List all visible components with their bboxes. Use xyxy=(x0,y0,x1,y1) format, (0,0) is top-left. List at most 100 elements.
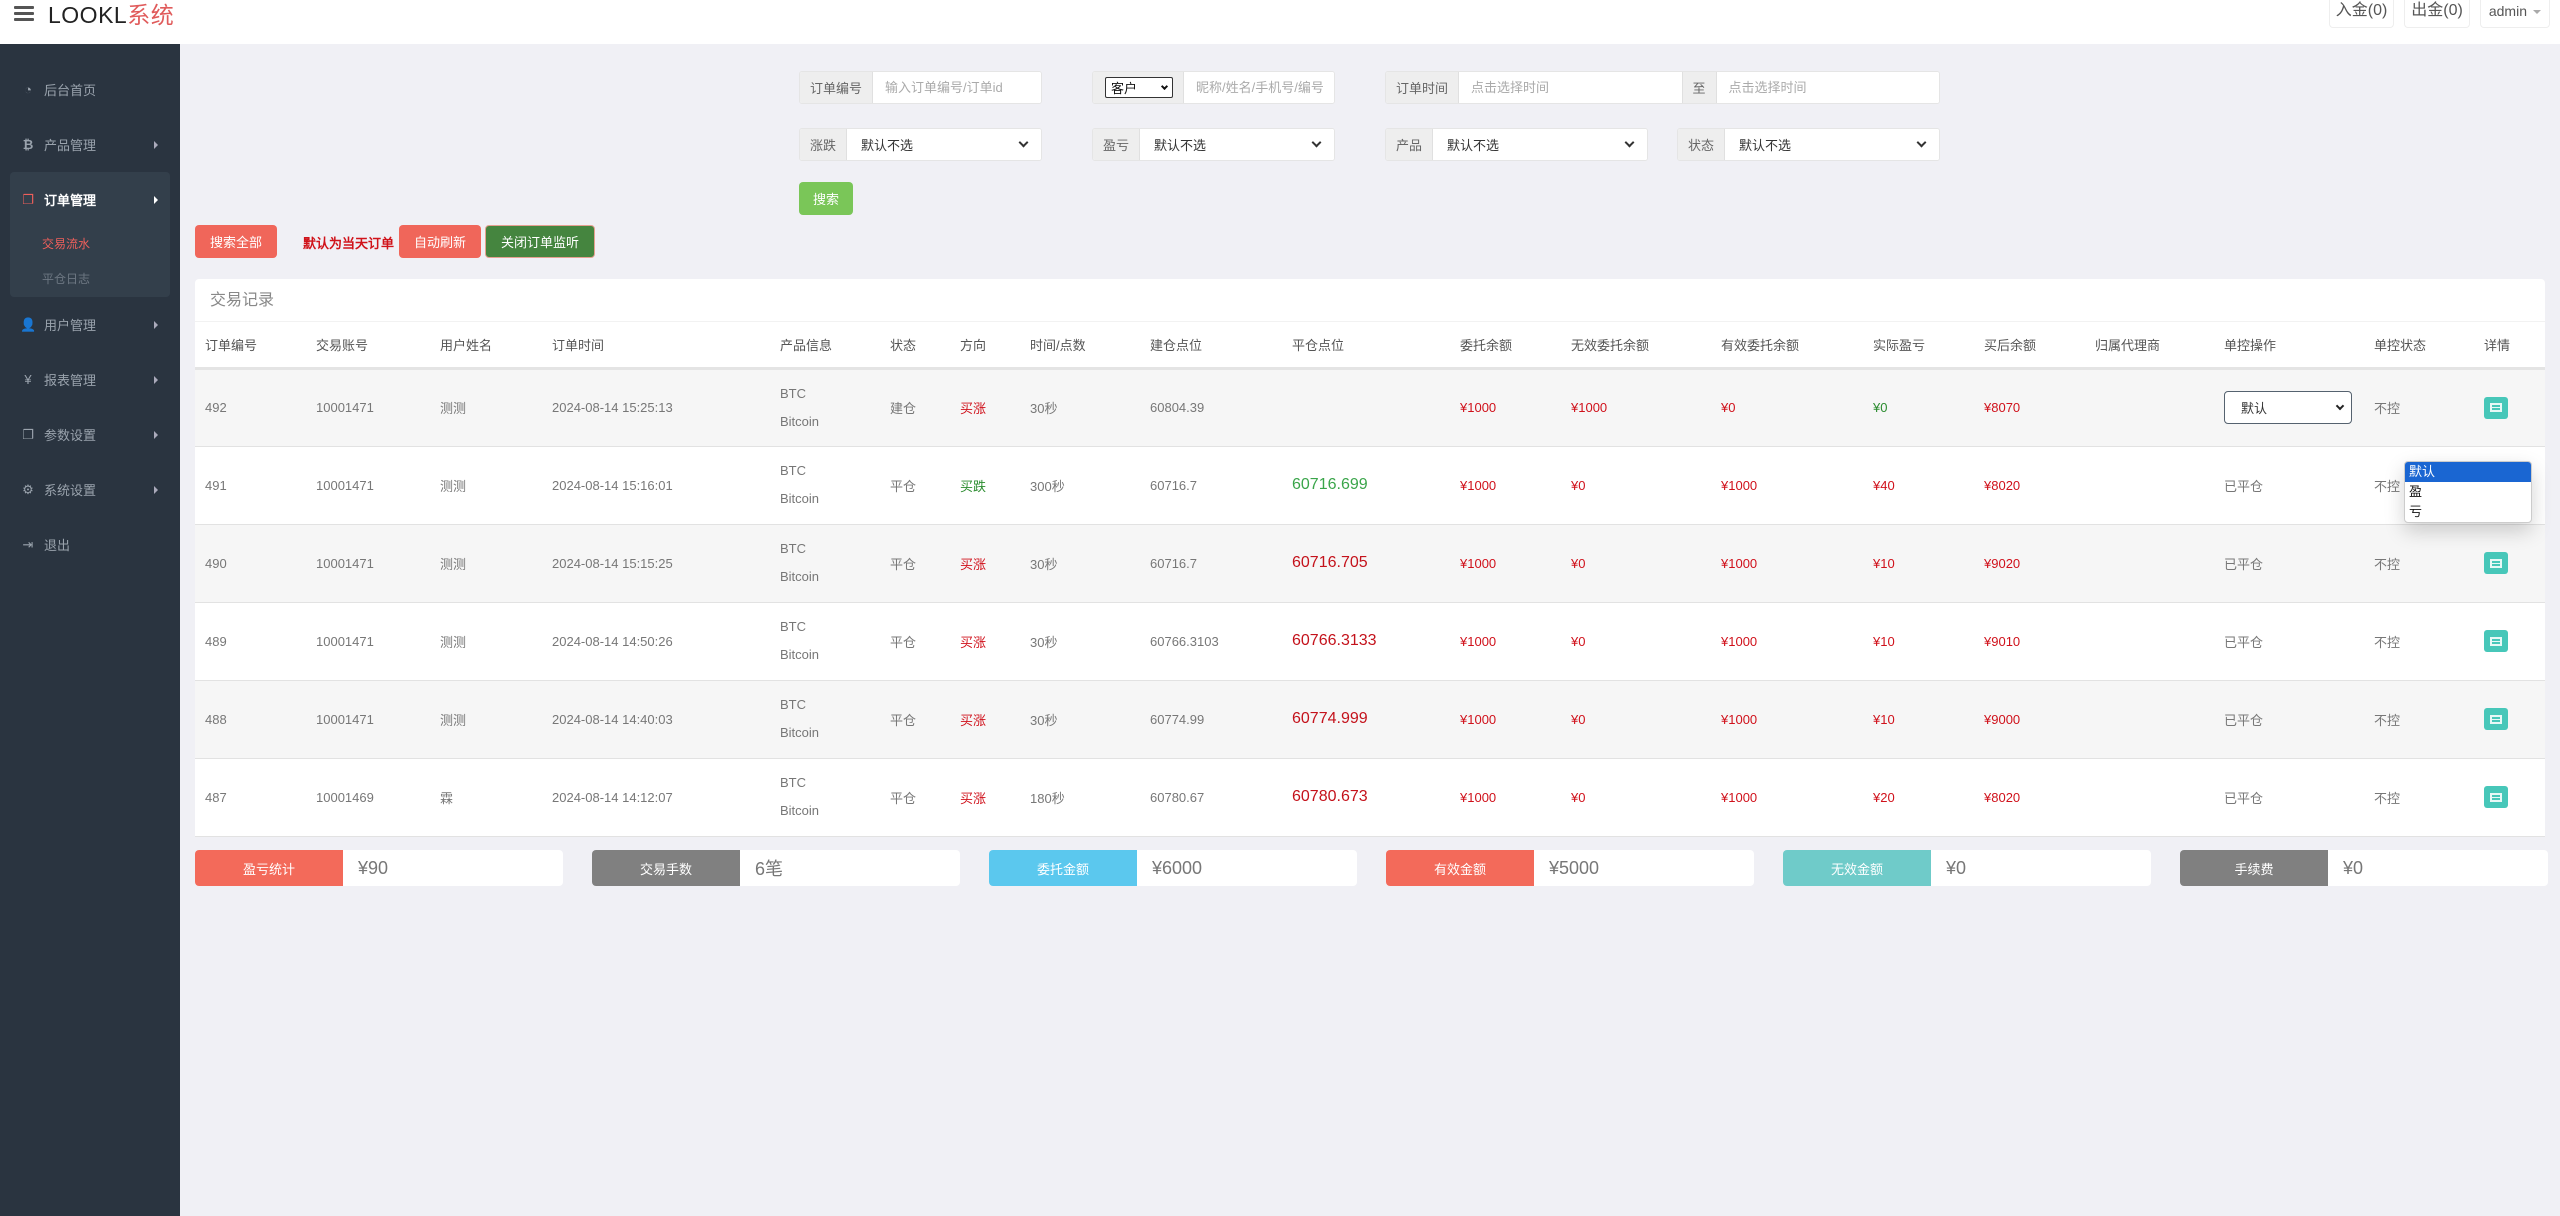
status: 建仓 xyxy=(880,368,950,447)
order-time-from-input[interactable] xyxy=(1459,72,1682,103)
order-time-value: 2024-08-14 15:16:01 xyxy=(552,477,673,493)
dropdown-option[interactable]: 默认 xyxy=(2405,462,2531,482)
control-status-value: 不控 xyxy=(2374,790,2401,806)
order-time: 2024-08-14 15:16:01 xyxy=(542,446,770,525)
detail-button[interactable] xyxy=(2484,786,2508,808)
valid-entrust: ¥1000 xyxy=(1711,680,1863,759)
product-select[interactable]: 默认不选 xyxy=(1433,129,1647,160)
valid-entrust-value: ¥1000 xyxy=(1721,789,1758,805)
product-name: Bitcoin xyxy=(780,725,820,740)
actual-pnl: ¥10 xyxy=(1863,524,1974,603)
list-alt-icon xyxy=(2490,558,2502,568)
control-op-value: 默认 xyxy=(2241,401,2268,416)
customer-input[interactable] xyxy=(1184,72,1334,103)
detail-button[interactable] xyxy=(2484,396,2508,419)
sidebar: ◔ 后台首页 ₿ 产品管理 ❐ 订单管理 交易流水 平仓日志 👤 用户管理 ¥ … xyxy=(0,44,180,1216)
invalid-entrust: ¥0 xyxy=(1561,602,1711,681)
balance-after: ¥8020 xyxy=(1974,446,2085,525)
close-price-value: 60716.699 xyxy=(1292,476,1368,493)
order-time: 2024-08-14 15:25:13 xyxy=(542,368,770,447)
sidebar-subitem-close-log[interactable]: 平仓日志 xyxy=(10,262,170,297)
sidebar-item-dashboard[interactable]: ◔ 后台首页 xyxy=(0,62,180,117)
dropdown-option[interactable]: 盈 xyxy=(2405,482,2531,502)
product-code: BTC xyxy=(780,697,806,712)
stat-label: 盈亏统计 xyxy=(195,850,343,886)
sidebar-item-label: 系统设置 xyxy=(44,483,97,498)
stat-value: 6笔 xyxy=(755,859,784,879)
control-op: 已平仓 xyxy=(2214,680,2364,759)
list-alt-icon xyxy=(2490,714,2502,724)
table-row: 491 10001471 测测 2024-08-14 15:16:01 BTC Bitco… xyxy=(195,446,2545,525)
direction-value: 买涨 xyxy=(960,401,987,416)
control-op: 已平仓 xyxy=(2214,524,2364,603)
stat-value: ¥90 xyxy=(358,857,389,878)
sidebar-item-reports[interactable]: ¥ 报表管理 xyxy=(0,352,180,407)
product-name: Bitcoin xyxy=(780,413,820,429)
auto-refresh-button[interactable]: 自动刷新 xyxy=(399,225,481,258)
user-menu-button[interactable]: admin xyxy=(2479,0,2550,28)
valid-entrust: ¥1000 xyxy=(1711,758,1863,837)
control-op-select[interactable]: 默认 xyxy=(2224,391,2352,424)
close-price: 60716.705 xyxy=(1282,524,1450,603)
entrust-amount-value: ¥1000 xyxy=(1460,789,1497,805)
sidebar-item-products[interactable]: ₿ 产品管理 xyxy=(0,117,180,172)
sidebar-item-label: 用户管理 xyxy=(44,318,97,333)
search-all-button[interactable]: 搜索全部 xyxy=(195,225,277,258)
status-filter: 状态 默认不选 xyxy=(1677,128,1940,161)
status-select[interactable]: 默认不选 xyxy=(1725,129,1939,160)
stat-value: ¥6000 xyxy=(1152,857,1203,878)
sidebar-item-logout[interactable]: ⇥ 退出 xyxy=(0,517,180,572)
valid-entrust: ¥1000 xyxy=(1711,524,1863,603)
caret-right-icon xyxy=(154,140,158,149)
open-price-value: 60716.7 xyxy=(1150,555,1197,571)
detail-button[interactable] xyxy=(2484,630,2508,652)
trade-records-table: 订单编号 交易账号 用户姓名 订单时间 产品信息 状态 方向 时间/点数 建仓点位 平仓点位 委托余… xyxy=(195,322,2545,837)
control-status: 不控 xyxy=(2364,758,2474,837)
close-price-value: 60766.3133 xyxy=(1292,632,1377,649)
balance-after-value: ¥8020 xyxy=(1984,789,2021,805)
table-row: 490 10001471 测测 2024-08-14 15:15:25 BTC Bitco… xyxy=(195,524,2545,603)
detail-button[interactable] xyxy=(2484,708,2508,730)
customer-type-select[interactable]: 客户 xyxy=(1105,77,1173,98)
account-value: 10001471 xyxy=(316,711,374,727)
close-price-value: 60716.705 xyxy=(1292,554,1368,571)
customer-type-value: 客户 xyxy=(1111,81,1138,96)
order-id: 487 xyxy=(195,758,306,837)
product-info: BTC Bitcoin xyxy=(770,368,880,447)
close-monitor-button[interactable]: 关闭订单监听 xyxy=(485,225,595,258)
order-time-label: 订单时间 xyxy=(1386,72,1460,103)
control-op-value: 已平仓 xyxy=(2224,556,2264,572)
sidebar-subitem-trade-flow[interactable]: 交易流水 xyxy=(10,227,170,262)
actual-pnl-value: ¥10 xyxy=(1873,633,1895,649)
sidebar-item-system[interactable]: ⚙ 系统设置 xyxy=(0,462,180,517)
order-time-to-input[interactable] xyxy=(1716,72,1939,103)
menu-toggle-icon[interactable] xyxy=(14,6,34,22)
order-time-value: 2024-08-14 14:50:26 xyxy=(552,633,673,649)
profit-select[interactable]: 默认不选 xyxy=(1140,129,1334,160)
status-value: 平仓 xyxy=(890,556,917,572)
withdraw-button[interactable]: 出金(0) xyxy=(2404,0,2470,28)
status-value: 平仓 xyxy=(890,478,917,494)
user-name-value: 测测 xyxy=(440,478,467,494)
direction-value: 买涨 xyxy=(960,634,987,650)
order-no-input[interactable] xyxy=(873,72,1041,103)
search-button[interactable]: 搜索 xyxy=(799,182,853,215)
agent xyxy=(2085,524,2214,603)
direction: 买涨 xyxy=(950,602,1020,681)
detail-button[interactable] xyxy=(2484,552,2508,574)
sidebar-item-orders[interactable]: ❐ 订单管理 xyxy=(10,172,170,227)
actual-pnl: ¥10 xyxy=(1863,680,1974,759)
invalid-entrust: ¥0 xyxy=(1561,758,1711,837)
logo-main: LOOKL xyxy=(48,2,128,28)
user-name: 测测 xyxy=(430,368,542,447)
dropdown-option[interactable]: 亏 xyxy=(2405,502,2531,522)
sidebar-item-params[interactable]: ❐ 参数设置 xyxy=(0,407,180,462)
deposit-button[interactable]: 入金(0) xyxy=(2328,0,2395,28)
sidebar-item-users[interactable]: 👤 用户管理 xyxy=(0,297,180,352)
stat-label: 有效金额 xyxy=(1386,850,1534,886)
direction: 买涨 xyxy=(950,758,1020,837)
product-code: BTC xyxy=(780,775,806,790)
direction-select[interactable]: 默认不选 xyxy=(847,129,1041,160)
period-value: 300秒 xyxy=(1030,478,1065,494)
detail-cell xyxy=(2474,602,2545,681)
